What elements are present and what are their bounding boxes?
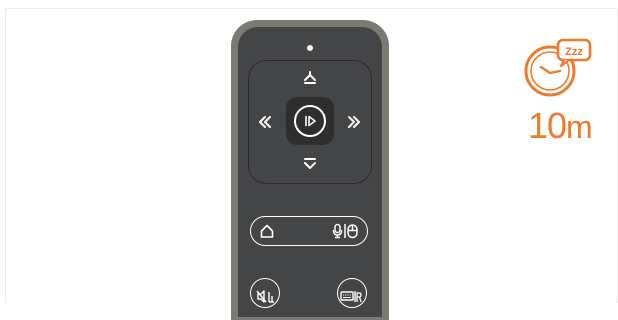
channel-up-icon[interactable] [302,70,318,86]
rewind-icon[interactable] [257,114,273,130]
sleep-timer-value: 10m [528,105,593,147]
mute-icon [256,290,276,303]
fast-forward-icon[interactable] [346,114,362,130]
home-icon[interactable] [259,223,275,239]
sleep-badge-text: Zzz [565,46,583,58]
center-button[interactable] [294,105,326,137]
keyboard-icon [340,290,362,303]
channel-down-icon[interactable] [302,156,318,172]
microphone-mouse-icon[interactable] [332,223,360,239]
sleep-timer-unit: m [566,109,593,145]
sleep-timer-number: 10 [528,105,567,146]
play-pause-icon [302,113,318,129]
sleep-timer-icon: Zzz [522,37,592,108]
status-led [307,45,313,51]
